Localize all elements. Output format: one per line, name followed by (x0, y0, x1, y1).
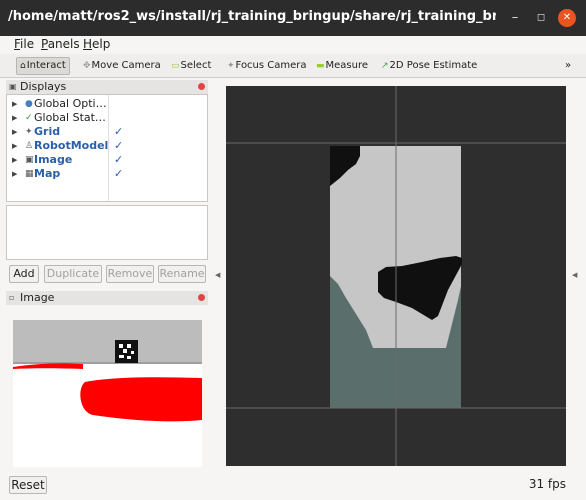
toolbar: ⌂Interact ✥Move Camera ▭Select ✦Focus Ca… (0, 54, 586, 78)
render-viewport[interactable] (226, 86, 566, 466)
menu-bar: File Panels Help (0, 36, 586, 54)
add-button[interactable]: Add (9, 265, 39, 283)
expand-arrow-icon[interactable]: ▶ (12, 125, 17, 139)
camera-image-view (13, 320, 202, 467)
gear-icon: ● (25, 99, 33, 109)
expand-arrow-icon[interactable]: ▶ (12, 111, 17, 125)
arrow-icon: ↗ (381, 61, 389, 71)
display-properties-area (6, 205, 208, 260)
expand-arrow-icon[interactable]: ▶ (12, 139, 17, 153)
focus-camera-tool[interactable]: ✦Focus Camera (224, 57, 310, 75)
image-panel-title: Image (20, 291, 55, 304)
reset-button[interactable]: Reset (9, 476, 47, 494)
move-camera-tool[interactable]: ✥Move Camera (80, 57, 164, 75)
menu-help[interactable]: Help (83, 37, 110, 51)
display-item-map[interactable]: ▶ ▦ Map ✓ (7, 167, 207, 181)
interact-tool[interactable]: ⌂Interact (16, 57, 70, 75)
image-icon: ▣ (25, 155, 34, 165)
remove-button[interactable]: Remove (106, 265, 154, 283)
window-title: /home/matt/ros2_ws/install/rj_training_b… (8, 9, 496, 24)
menu-panels[interactable]: Panels (41, 37, 80, 51)
ruler-icon: ▬ (316, 61, 325, 71)
enable-checkbox[interactable]: ✓ (114, 125, 123, 139)
duplicate-button[interactable]: Duplicate (44, 265, 102, 283)
displays-tree: ▶ ● Global Opti… ▶ ✓ Global Stat… ▶ ✦ Gr… (6, 94, 208, 202)
display-item-global-status[interactable]: ▶ ✓ Global Stat… (7, 111, 207, 125)
menu-file[interactable]: File (14, 37, 34, 51)
panel-icon: ▣ (9, 82, 17, 91)
panel-icon: ▫ (9, 293, 15, 302)
display-item-image[interactable]: ▶ ▣ Image ✓ (7, 153, 207, 167)
status-bar: Reset 31 fps (0, 474, 586, 500)
display-item-robotmodel[interactable]: ▶ ♙ RobotModel ✓ (7, 139, 207, 153)
rename-button[interactable]: Rename (158, 265, 206, 283)
check-icon: ✓ (25, 113, 33, 123)
enable-checkbox[interactable]: ✓ (114, 167, 123, 181)
focus-icon: ✦ (227, 61, 235, 71)
minimize-button[interactable]: – (506, 9, 524, 27)
expand-arrow-icon[interactable]: ▶ (12, 153, 17, 167)
map-icon: ▦ (25, 169, 34, 179)
enable-checkbox[interactable]: ✓ (114, 153, 123, 167)
window-titlebar: /home/matt/ros2_ws/install/rj_training_b… (0, 0, 586, 36)
collapse-right-icon[interactable]: ◀ (572, 271, 577, 279)
image-panel-header: ▫ Image (6, 291, 208, 305)
toolbar-overflow-button[interactable]: » (562, 57, 574, 75)
enable-checkbox[interactable]: ✓ (114, 139, 123, 153)
robot-icon: ♙ (25, 141, 34, 151)
select-icon: ▭ (171, 61, 180, 71)
close-panel-icon[interactable] (198, 83, 205, 90)
display-item-global-options[interactable]: ▶ ● Global Opti… (7, 97, 207, 111)
camera-image (13, 320, 202, 467)
pose-estimate-tool[interactable]: ↗2D Pose Estimate (378, 57, 480, 75)
displays-panel-title: Displays (20, 80, 67, 93)
measure-tool[interactable]: ▬Measure (313, 57, 371, 75)
map-view (226, 86, 566, 466)
grid-icon: ✦ (25, 127, 33, 137)
collapse-left-icon[interactable]: ◀ (215, 271, 220, 279)
close-button[interactable]: ✕ (558, 9, 576, 27)
fps-readout: 31 fps (528, 477, 566, 491)
maximize-button[interactable]: ◻ (532, 9, 550, 27)
expand-arrow-icon[interactable]: ▶ (12, 97, 17, 111)
display-item-grid[interactable]: ▶ ✦ Grid ✓ (7, 125, 207, 139)
displays-panel-header: ▣ Displays (6, 80, 208, 94)
cursor-icon: ⌂ (20, 61, 26, 71)
move-icon: ✥ (83, 61, 91, 71)
expand-arrow-icon[interactable]: ▶ (12, 167, 17, 181)
close-panel-icon[interactable] (198, 294, 205, 301)
select-tool[interactable]: ▭Select (168, 57, 214, 75)
